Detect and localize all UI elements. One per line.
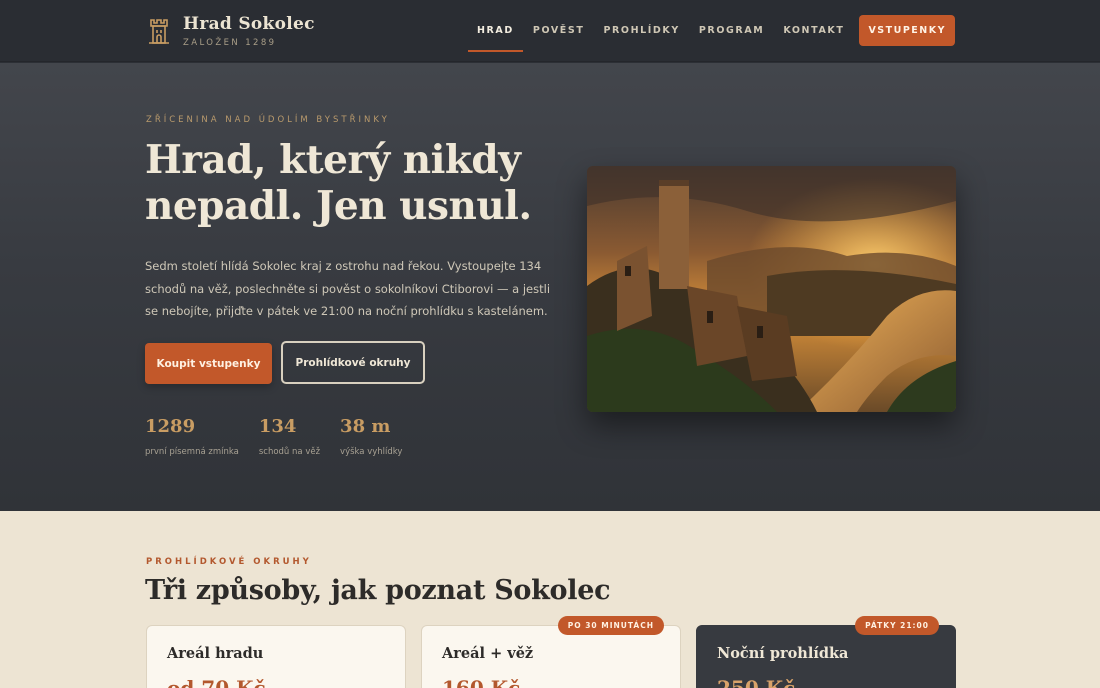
hero-section: ZŘÍCENINA NAD ÚDOLÍM BYSTŘINKY Hrad, kte… xyxy=(0,63,1100,511)
hero-stats: 1289 první písemná zmínka 134 schodů na … xyxy=(145,415,422,457)
tour-card-badge: PO 30 MINUTÁCH xyxy=(557,616,664,635)
stat-height: 38 m výška vyhlídky xyxy=(340,415,402,457)
castle-ruin-illustration xyxy=(587,166,956,412)
tour-card-night[interactable]: PÁTKY 21:00 Noční prohlídka 250 Kč xyxy=(696,616,956,688)
hero-title: Hrad, který nikdy nepadl. Jen usnul. xyxy=(145,137,532,229)
nav-item-prohlidky[interactable]: PROHLÍDKY xyxy=(594,17,688,44)
tour-card-badge: PÁTKY 21:00 xyxy=(855,616,939,635)
nav-item-povest[interactable]: POVĚST xyxy=(524,17,594,44)
tour-card-price: od 70 Kč xyxy=(167,676,266,688)
stat-year: 1289 první písemná zmínka xyxy=(145,415,239,457)
buy-tickets-button[interactable]: Koupit vstupenky xyxy=(145,343,272,384)
tour-card-price: 250 Kč xyxy=(717,676,796,688)
tours-title: Tři způsoby, jak poznat Sokolec xyxy=(145,575,611,606)
castle-photo xyxy=(587,166,956,412)
top-navigation: Hrad Sokolec ZALOŽEN 1289 HRAD POVĚST PR… xyxy=(0,0,1100,62)
tour-card-price: 160 Kč xyxy=(442,676,521,688)
tour-circuits-button[interactable]: Prohlídkové okruhy xyxy=(281,341,425,384)
brand-name: Hrad Sokolec xyxy=(183,14,315,34)
tour-card-title: Areál + věž xyxy=(442,645,534,662)
castle-tower-icon xyxy=(149,19,169,44)
tours-section: PROHLÍDKOVÉ OKRUHY Tři způsoby, jak pozn… xyxy=(0,511,1100,688)
stat-label: schodů na věž xyxy=(258,447,321,457)
main-menu: HRAD POVĚST PROHLÍDKY PROGRAM KONTAKT VS… xyxy=(467,15,955,52)
hero-eyebrow: ZŘÍCENINA NAD ÚDOLÍM BYSTŘINKY xyxy=(146,115,390,125)
tours-eyebrow: PROHLÍDKOVÉ OKRUHY xyxy=(146,557,312,567)
stat-value: 38 m xyxy=(340,416,391,437)
brand-logo[interactable]: Hrad Sokolec ZALOŽEN 1289 xyxy=(148,14,315,48)
nav-item-hrad[interactable]: HRAD xyxy=(467,17,523,52)
tour-card-castle-tower[interactable]: PO 30 MINUTÁCH Areál + věž 160 Kč xyxy=(421,616,681,688)
tickets-button[interactable]: VSTUPENKY xyxy=(859,15,955,46)
nav-item-program[interactable]: PROGRAM xyxy=(690,17,773,44)
tour-card-title: Noční prohlídka xyxy=(717,645,849,662)
stat-label: výška vyhlídky xyxy=(340,447,403,457)
stat-steps: 134 schodů na věž xyxy=(259,415,320,457)
hero-description: Sedm století hlídá Sokolec kraj z ostroh… xyxy=(145,259,551,318)
tour-card-castle[interactable]: Areál hradu od 70 Kč xyxy=(146,625,406,688)
nav-item-kontakt[interactable]: KONTAKT xyxy=(774,17,853,44)
tour-card-title: Areál hradu xyxy=(167,645,264,662)
stat-value: 1289 xyxy=(145,416,196,437)
stat-value: 134 xyxy=(258,416,297,437)
stat-label: první písemná zmínka xyxy=(145,447,239,457)
brand-subtitle: ZALOŽEN 1289 xyxy=(183,38,277,48)
